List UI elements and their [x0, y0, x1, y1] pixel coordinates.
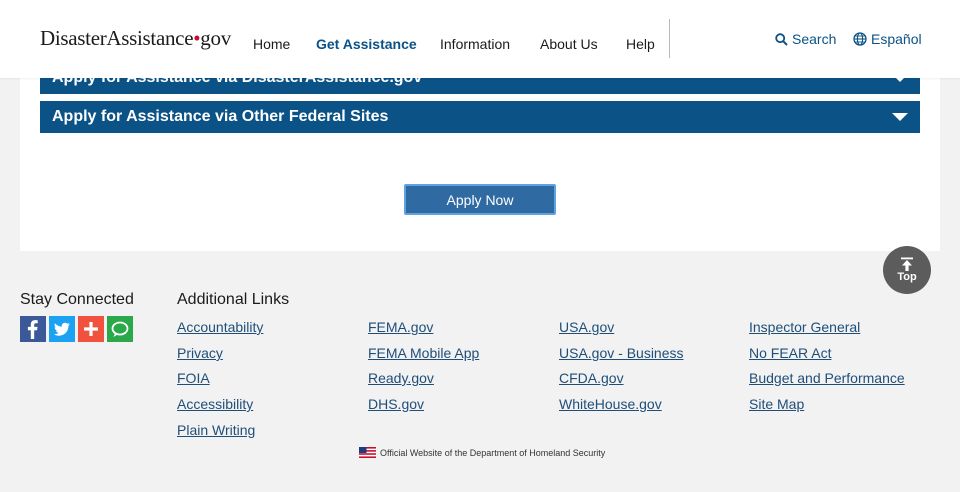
footer-link-usa-business[interactable]: USA.gov - Business [559, 345, 684, 361]
site-logo[interactable]: DisasterAssistance•gov [40, 26, 231, 51]
search-icon [775, 32, 788, 46]
facebook-icon [27, 320, 38, 339]
us-flag-icon [359, 447, 376, 458]
site-header: DisasterAssistance•gov Home Get Assistan… [0, 0, 960, 78]
footer-link-no-fear-act[interactable]: No FEAR Act [749, 345, 831, 361]
chevron-down-icon [892, 113, 908, 121]
nav-get-assistance[interactable]: Get Assistance [316, 36, 417, 52]
accordion-label: Apply for Assistance via Other Federal S… [52, 108, 389, 125]
footer-link-accountability[interactable]: Accountability [177, 319, 263, 335]
search-label: Search [792, 31, 837, 47]
footer-link-ready[interactable]: Ready.gov [368, 370, 434, 386]
footer-link-whitehouse[interactable]: WhiteHouse.gov [559, 396, 662, 412]
additional-links-heading: Additional Links [177, 291, 290, 308]
twitter-link[interactable] [49, 316, 75, 342]
footer-link-fema-mobile-app[interactable]: FEMA Mobile App [368, 345, 479, 361]
footer-link-accessibility[interactable]: Accessibility [177, 396, 253, 412]
logo-gov-text: gov [200, 26, 231, 50]
footer-link-dhs[interactable]: DHS.gov [368, 396, 424, 412]
footer-link-site-map[interactable]: Site Map [749, 396, 804, 412]
logo-main-text: DisasterAssistance [40, 26, 194, 50]
nav-information[interactable]: Information [440, 36, 510, 52]
nav-about-us[interactable]: About Us [540, 36, 598, 52]
accordion-apply-other-federal[interactable]: Apply for Assistance via Other Federal S… [40, 101, 920, 133]
official-website-text: Official Website of the Department of Ho… [380, 447, 606, 458]
addthis-link[interactable] [78, 316, 104, 342]
chat-icon [111, 321, 129, 337]
nav-home[interactable]: Home [253, 36, 290, 52]
official-website-notice: Official Website of the Department of Ho… [359, 447, 605, 458]
footer-link-foia[interactable]: FOIA [177, 370, 210, 386]
chat-link[interactable] [107, 316, 133, 342]
globe-icon [853, 32, 867, 46]
language-label: Español [871, 31, 922, 47]
footer-link-plain-writing[interactable]: Plain Writing [177, 422, 255, 438]
footer-link-budget-performance[interactable]: Budget and Performance [749, 370, 905, 386]
footer-link-usa[interactable]: USA.gov [559, 319, 614, 335]
nav-divider [669, 19, 670, 58]
apply-now-button[interactable]: Apply Now [404, 184, 556, 215]
twitter-icon [54, 322, 70, 336]
back-to-top-label: Top [897, 271, 917, 283]
language-link[interactable]: Español [853, 31, 922, 47]
footer-link-inspector-general[interactable]: Inspector General [749, 319, 860, 335]
arrow-up-icon [901, 257, 913, 271]
footer-link-fema[interactable]: FEMA.gov [368, 319, 433, 335]
footer-link-cfda[interactable]: CFDA.gov [559, 370, 624, 386]
stay-connected-heading: Stay Connected [20, 291, 134, 308]
search-link[interactable]: Search [775, 31, 836, 47]
nav-help[interactable]: Help [626, 36, 655, 52]
facebook-link[interactable] [20, 316, 46, 342]
back-to-top-button[interactable]: Top [883, 246, 931, 294]
addthis-icon [84, 322, 98, 336]
footer-link-privacy[interactable]: Privacy [177, 345, 223, 361]
